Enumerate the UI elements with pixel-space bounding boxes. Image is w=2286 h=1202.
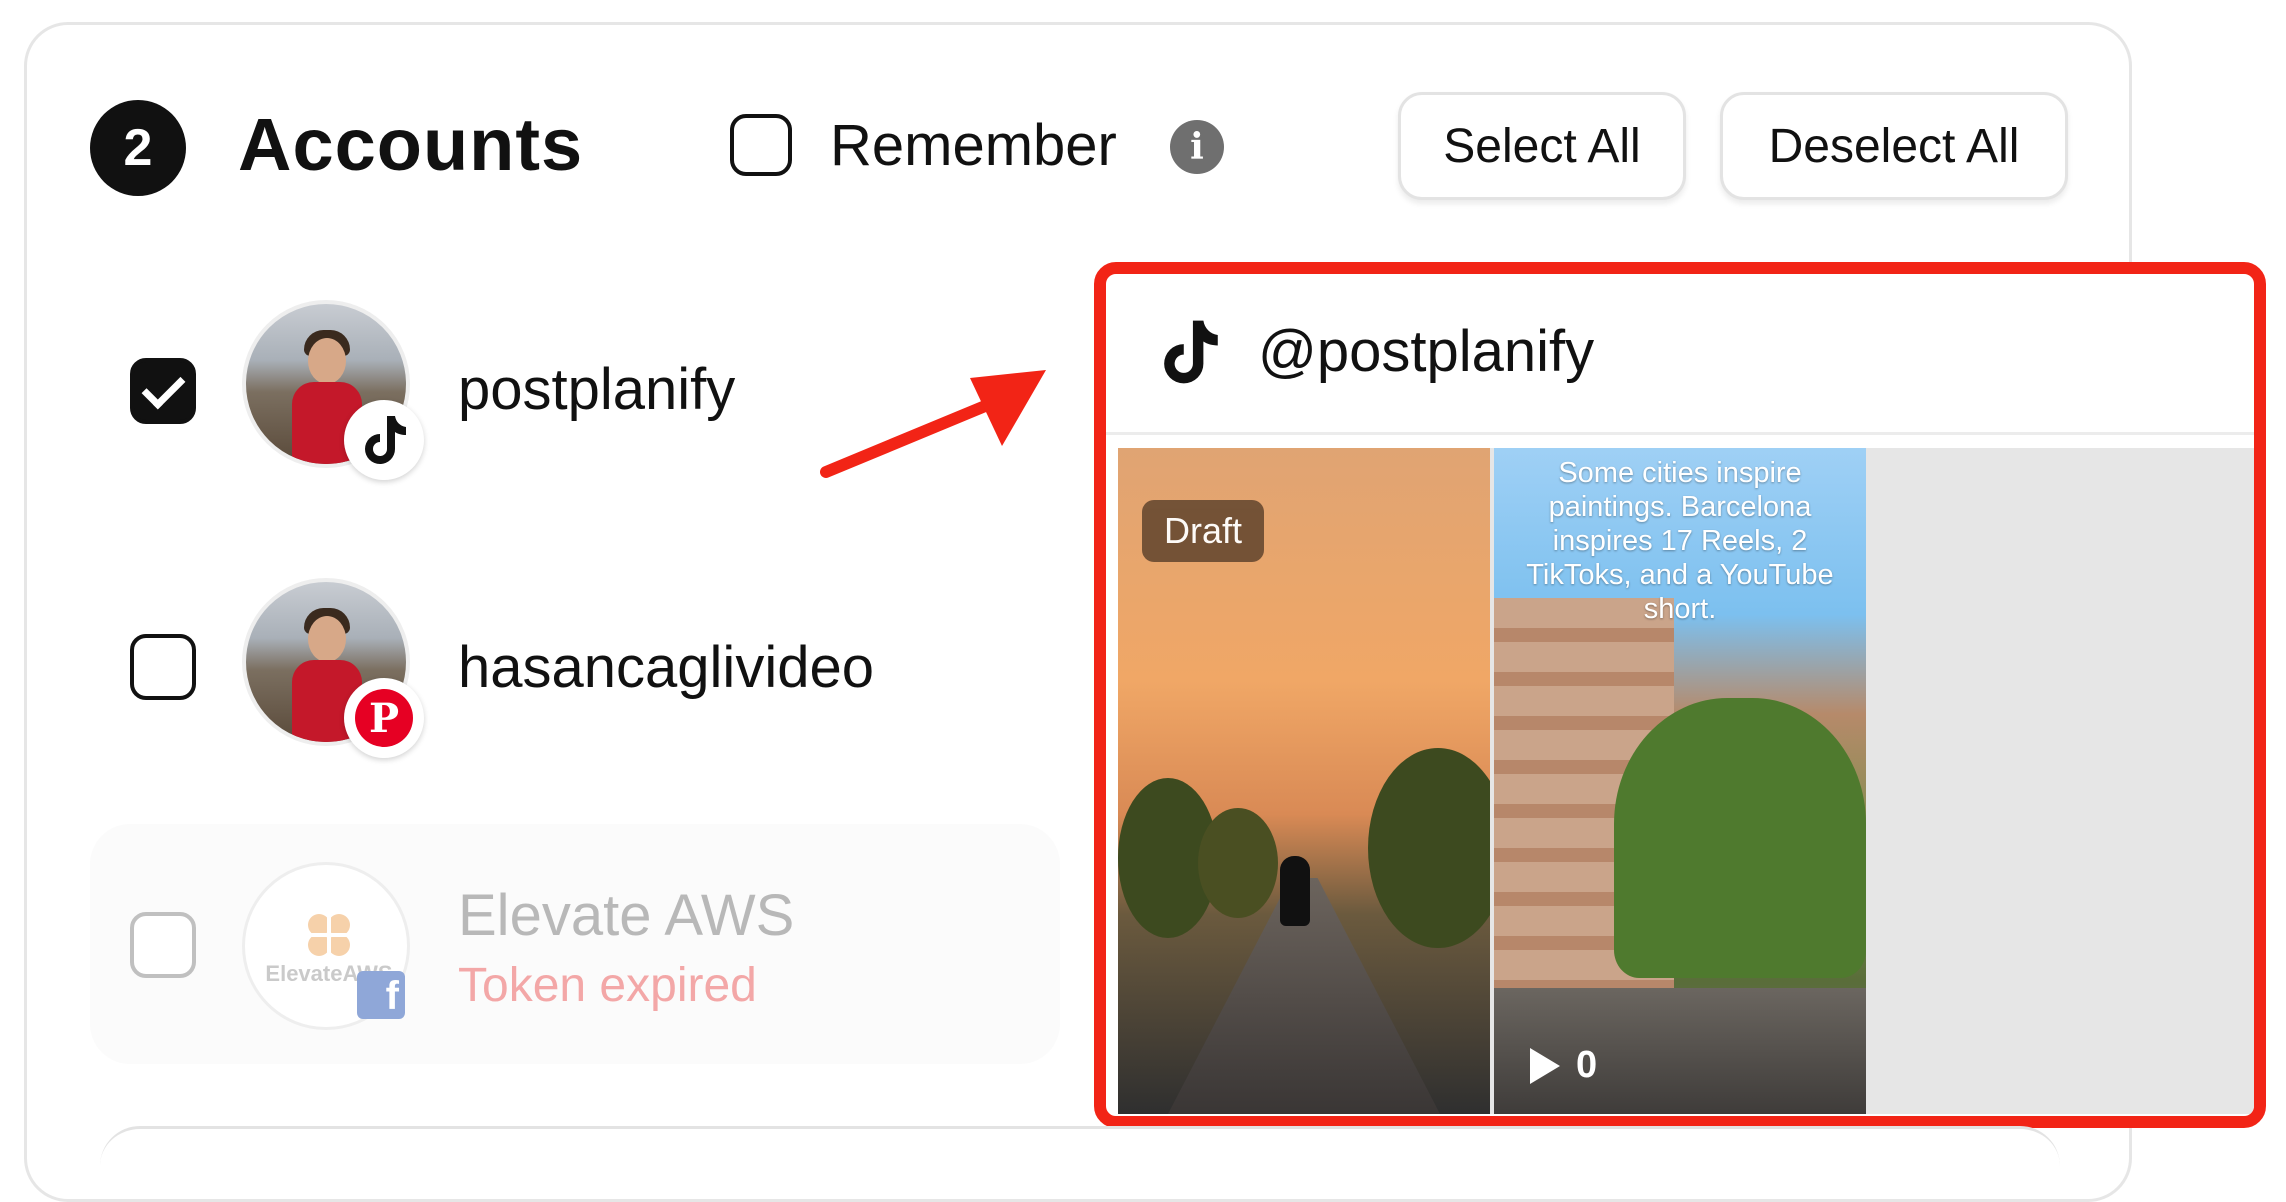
views-count: 0 (1576, 1044, 1598, 1086)
deselect-all-button[interactable]: Deselect All (1720, 92, 2068, 200)
thumbnail-caption: Some cities inspire paintings. Barcelona… (1526, 457, 1834, 625)
remember-checkbox[interactable] (730, 114, 792, 176)
account-row-hasancaglivideo[interactable]: P hasancaglivideo (90, 578, 1070, 758)
pinterest-icon: P (344, 678, 424, 758)
select-all-button[interactable]: Select All (1398, 92, 1686, 200)
account-checkbox-hasancaglivideo[interactable] (130, 634, 196, 700)
tiktok-icon (1164, 320, 1218, 384)
thumbnail-grid: Draft Some cities inspire paintings. Bar… (1118, 448, 2254, 1114)
account-name: hasancaglivideo (458, 635, 874, 700)
play-icon (1530, 1047, 1560, 1084)
runner-figure (1280, 856, 1310, 926)
account-name: postplanify (458, 357, 736, 422)
thumbnail-draft[interactable]: Draft (1118, 448, 1490, 1114)
account-row-elevate-aws[interactable]: ElevateAWS f Elevate AWS Token expired (90, 824, 1060, 1064)
draft-badge: Draft (1142, 500, 1265, 562)
account-name: Elevate AWS (458, 883, 795, 948)
section-title: Accounts (238, 103, 584, 186)
facebook-icon: f (354, 968, 408, 1022)
views-counter: 0 (1530, 1044, 1597, 1087)
info-icon[interactable]: i (1170, 120, 1224, 174)
account-checkbox-elevate-aws[interactable] (130, 912, 196, 978)
account-preview-panel: @postplanify Draft Some cities inspire p… (1094, 262, 2266, 1128)
account-checkbox-postplanify[interactable] (130, 358, 196, 424)
next-section-edge (100, 1126, 2060, 1169)
annotation-arrow-icon (820, 370, 1046, 478)
elevate-logo-icon (307, 913, 351, 957)
tiktok-icon (344, 400, 424, 480)
token-status: Token expired (458, 959, 757, 1012)
preview-header: @postplanify (1106, 274, 2254, 435)
remember-label: Remember (830, 113, 1117, 178)
preview-handle: @postplanify (1258, 319, 1595, 384)
step-number-badge: 2 (90, 100, 186, 196)
thumbnail-video[interactable]: Some cities inspire paintings. Barcelona… (1494, 448, 1866, 1114)
